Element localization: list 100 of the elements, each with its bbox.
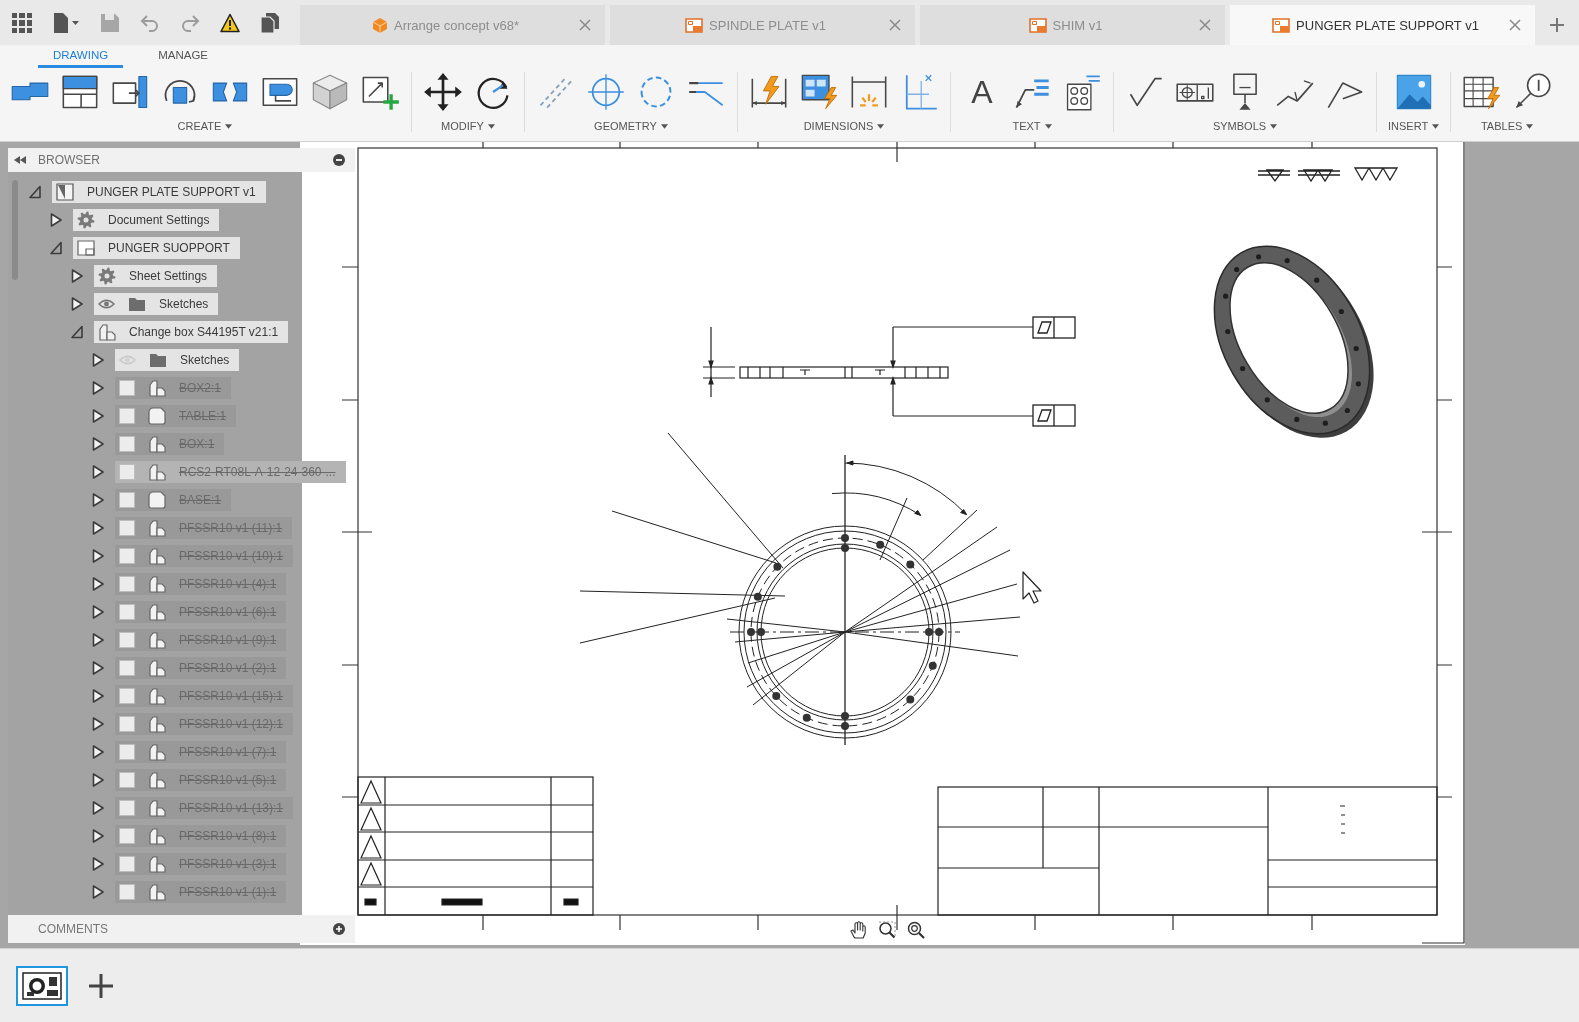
document-tab[interactable]: PUNGER PLATE SUPPORT v1 <box>1230 5 1535 45</box>
move-arrows-icon[interactable] <box>423 72 463 112</box>
collapsed-triangle-icon[interactable] <box>92 745 104 759</box>
table-bolt-icon[interactable] <box>799 72 839 112</box>
expanded-triangle-icon[interactable] <box>29 185 41 199</box>
blocks-icon <box>98 323 116 341</box>
collapsed-triangle-icon[interactable] <box>92 801 104 815</box>
checkbox[interactable] <box>119 772 135 788</box>
checkbox[interactable] <box>119 884 135 900</box>
collapsed-triangle-icon[interactable] <box>92 661 104 675</box>
warning-icon[interactable] <box>220 12 240 33</box>
checkbox[interactable] <box>119 520 135 536</box>
blocks-icon <box>148 603 166 621</box>
tree-item[interactable]: Sketches <box>115 349 240 371</box>
file-caret-icon[interactable] <box>52 12 80 33</box>
ribbon-tab[interactable]: MANAGE <box>143 45 223 68</box>
group-menu-button[interactable]: SYMBOLS <box>1212 120 1278 132</box>
group-menu-button[interactable]: TEXT <box>1012 120 1052 132</box>
collapsed-triangle-icon[interactable] <box>71 269 83 283</box>
tree-item[interactable]: Change box S44195T v21:1 <box>94 321 289 343</box>
blocks-icon <box>148 547 166 565</box>
rounded-box-icon <box>148 491 166 509</box>
checkbox[interactable] <box>119 464 135 480</box>
collapsed-triangle-icon[interactable] <box>92 521 104 535</box>
document-tab[interactable]: SPINDLE PLATE v1 <box>610 5 915 45</box>
checkbox[interactable] <box>119 548 135 564</box>
checkbox[interactable] <box>119 436 135 452</box>
group-menu-button[interactable]: CREATE <box>177 120 233 132</box>
collapsed-triangle-icon[interactable] <box>92 465 104 479</box>
checkbox[interactable] <box>119 380 135 396</box>
tree-item[interactable]: PUNGER SUOPPORT <box>73 237 240 259</box>
collapsed-triangle-icon[interactable] <box>92 605 104 619</box>
checkbox[interactable] <box>119 604 135 620</box>
tree-item[interactable]: Document Settings <box>73 209 220 231</box>
blocks-icon <box>148 659 166 677</box>
collapsed-triangle-icon[interactable] <box>92 437 104 451</box>
collapsed-triangle-icon[interactable] <box>92 829 104 843</box>
zoom-window-icon[interactable] <box>878 921 896 939</box>
collapsed-triangle-icon[interactable] <box>92 549 104 563</box>
documents-icon[interactable] <box>260 12 280 33</box>
zoom-icon[interactable] <box>907 921 925 939</box>
folder-icon <box>128 295 146 313</box>
close-icon[interactable] <box>579 19 591 31</box>
collapsed-triangle-icon[interactable] <box>92 493 104 507</box>
cube-icon[interactable] <box>310 72 350 112</box>
plus-circle-icon[interactable] <box>333 923 345 935</box>
gear-icon <box>77 211 95 229</box>
collapsed-triangle-icon[interactable] <box>92 409 104 423</box>
group-menu-button[interactable]: MODIFY <box>441 120 495 132</box>
checkbox[interactable] <box>119 576 135 592</box>
group-menu-button[interactable]: GEOMETRY <box>594 120 668 132</box>
plus-icon[interactable] <box>88 972 114 999</box>
close-icon[interactable] <box>1509 19 1521 31</box>
collapsed-triangle-icon[interactable] <box>92 857 104 871</box>
checkbox[interactable] <box>119 660 135 676</box>
text-tool-button[interactable]: A <box>962 72 1002 112</box>
blocks-icon <box>148 715 166 733</box>
caret-icon <box>877 123 885 129</box>
close-icon[interactable] <box>1199 19 1211 31</box>
collapsed-triangle-icon[interactable] <box>50 213 62 227</box>
collapsed-triangle-icon[interactable] <box>92 885 104 899</box>
collapse-icon[interactable] <box>14 156 26 164</box>
collapsed-triangle-icon[interactable] <box>71 297 83 311</box>
ribbon-tab[interactable]: DRAWING <box>38 45 124 68</box>
plus-icon[interactable] <box>1550 18 1564 32</box>
checkbox[interactable] <box>119 632 135 648</box>
expanded-triangle-icon[interactable] <box>50 241 62 255</box>
tree-item[interactable]: Sheet Settings <box>94 265 218 287</box>
tree-item[interactable]: RCS2-RT08L-A-12-24-360-... <box>115 461 346 483</box>
collapsed-triangle-icon[interactable] <box>92 773 104 787</box>
apps-grid-icon[interactable] <box>12 12 32 33</box>
collapsed-triangle-icon[interactable] <box>92 577 104 591</box>
crosshair-circle-icon[interactable] <box>586 72 626 112</box>
checkbox[interactable] <box>119 744 135 760</box>
collapsed-triangle-icon[interactable] <box>92 717 104 731</box>
tree-item[interactable]: PUNGER PLATE SUPPORT v1 <box>52 181 266 203</box>
group-menu-button[interactable]: TABLES <box>1480 120 1534 132</box>
tree-item[interactable]: Sketches <box>94 293 219 315</box>
eye-icon[interactable] <box>98 298 115 310</box>
group-menu-button[interactable]: INSERT <box>1388 120 1440 132</box>
close-icon[interactable] <box>889 19 901 31</box>
collapsed-triangle-icon[interactable] <box>92 381 104 395</box>
collapsed-triangle-icon[interactable] <box>92 633 104 647</box>
group-menu-button[interactable]: DIMENSIONS <box>803 120 885 132</box>
checkbox[interactable] <box>119 856 135 872</box>
document-tab[interactable]: SHIM v1 <box>920 5 1225 45</box>
sheet-thumbnail[interactable] <box>16 965 68 1006</box>
checkbox[interactable] <box>119 716 135 732</box>
checkbox[interactable] <box>119 408 135 424</box>
caret-icon <box>1432 123 1440 129</box>
collapsed-triangle-icon[interactable] <box>92 689 104 703</box>
pan-hand-icon[interactable] <box>849 921 867 939</box>
checkbox[interactable] <box>119 828 135 844</box>
document-tab[interactable]: Arrange concept v68* <box>300 5 605 45</box>
checkbox[interactable] <box>119 688 135 704</box>
scrollbar[interactable] <box>12 180 18 280</box>
expanded-triangle-icon[interactable] <box>71 325 83 339</box>
checkbox[interactable] <box>119 492 135 508</box>
collapsed-triangle-icon[interactable] <box>92 353 104 367</box>
checkbox[interactable] <box>119 800 135 816</box>
